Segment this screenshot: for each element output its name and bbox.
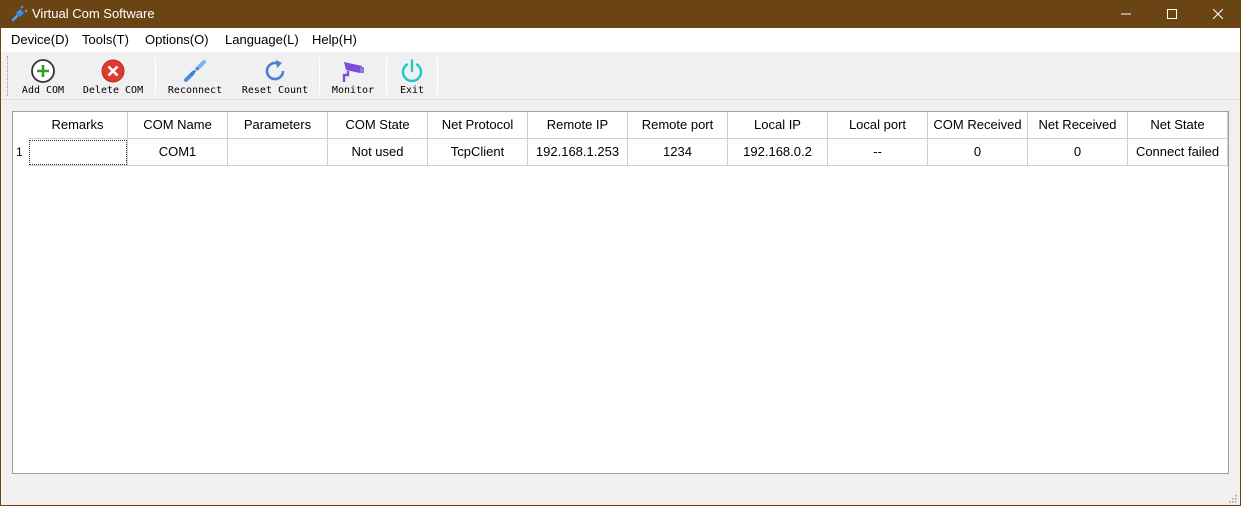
menu-bar: Device(D) Tools(T) Options(O) Language(L… [1, 28, 1240, 52]
cell-com-name[interactable]: COM1 [128, 139, 228, 166]
toolbar: Add COM Delete COM Reconnect Reset Count [1, 52, 1240, 100]
cell-com-received[interactable]: 0 [928, 139, 1028, 166]
column-header-com-name[interactable]: COM Name [128, 112, 228, 139]
cell-parameters[interactable] [228, 139, 328, 166]
menu-tools[interactable]: Tools(T) [82, 32, 129, 47]
row-header-column: 1 [13, 112, 28, 473]
monitor-button[interactable]: Monitor [327, 54, 379, 98]
status-bar [1, 484, 1240, 505]
monitor-label: Monitor [331, 85, 375, 96]
column-header-remote-port[interactable]: Remote port [628, 112, 728, 139]
column-header-com-state[interactable]: COM State [328, 112, 428, 139]
cell-net-protocol[interactable]: TcpClient [428, 139, 528, 166]
column-header-net-protocol[interactable]: Net Protocol [428, 112, 528, 139]
resize-grip-icon[interactable] [1227, 493, 1237, 503]
toolbar-separator [386, 57, 387, 95]
column-header-parameters[interactable]: Parameters [228, 112, 328, 139]
camera-icon [342, 62, 364, 82]
reset-count-button[interactable]: Reset Count [237, 54, 313, 98]
cell-local-ip[interactable]: 192.168.0.2 [728, 139, 828, 166]
toolbar-separator [319, 57, 320, 95]
menu-options[interactable]: Options(O) [145, 32, 209, 47]
link-icon [184, 60, 206, 82]
reconnect-label: Reconnect [167, 85, 223, 96]
toolbar-separator [155, 57, 156, 95]
title-bar: Virtual Com Software [0, 0, 1241, 28]
column-header-local-ip[interactable]: Local IP [728, 112, 828, 139]
com-table[interactable]: 1 Remarks COM Name Parameters COM State … [12, 111, 1229, 474]
add-circle-icon [31, 59, 55, 83]
cell-local-port[interactable]: -- [828, 139, 928, 166]
delete-com-label: Delete COM [82, 85, 144, 96]
maximize-icon [1167, 9, 1177, 19]
refresh-icon [265, 60, 285, 81]
add-com-label: Add COM [21, 85, 65, 96]
row-number: 1 [16, 145, 23, 159]
reset-count-label: Reset Count [241, 85, 309, 96]
column-header-local-port[interactable]: Local port [828, 112, 928, 139]
cell-remarks[interactable] [28, 139, 128, 166]
minimize-button[interactable] [1103, 0, 1149, 28]
reconnect-button[interactable]: Reconnect [163, 54, 227, 98]
cell-remote-ip[interactable]: 192.168.1.253 [528, 139, 628, 166]
power-icon [401, 59, 423, 83]
column-header-remarks[interactable]: Remarks [28, 112, 128, 139]
toolbar-separator [437, 57, 438, 95]
close-icon [1213, 9, 1223, 19]
cell-net-state[interactable]: Connect failed [1128, 139, 1228, 166]
cell-net-received[interactable]: 0 [1028, 139, 1128, 166]
add-com-button[interactable]: Add COM [15, 54, 71, 98]
window-title: Virtual Com Software [32, 6, 155, 21]
usb-plug-icon [11, 5, 28, 22]
maximize-button[interactable] [1149, 0, 1195, 28]
close-button[interactable] [1195, 0, 1241, 28]
cell-remote-port[interactable]: 1234 [628, 139, 728, 166]
toolbar-grip[interactable] [7, 56, 10, 96]
delete-circle-icon [101, 59, 125, 83]
menu-language[interactable]: Language(L) [225, 32, 299, 47]
column-header-net-state[interactable]: Net State [1128, 112, 1228, 139]
minimize-icon [1121, 13, 1131, 15]
delete-com-button[interactable]: Delete COM [79, 54, 147, 98]
menu-device[interactable]: Device(D) [11, 32, 69, 47]
menu-help[interactable]: Help(H) [312, 32, 357, 47]
table-body: Remarks COM Name Parameters COM State Ne… [28, 112, 1228, 473]
column-header-net-received[interactable]: Net Received [1028, 112, 1128, 139]
exit-button[interactable]: Exit [393, 54, 431, 98]
cell-com-state[interactable]: Not used [328, 139, 428, 166]
column-header-com-received[interactable]: COM Received [928, 112, 1028, 139]
exit-label: Exit [399, 85, 425, 96]
column-header-remote-ip[interactable]: Remote IP [528, 112, 628, 139]
